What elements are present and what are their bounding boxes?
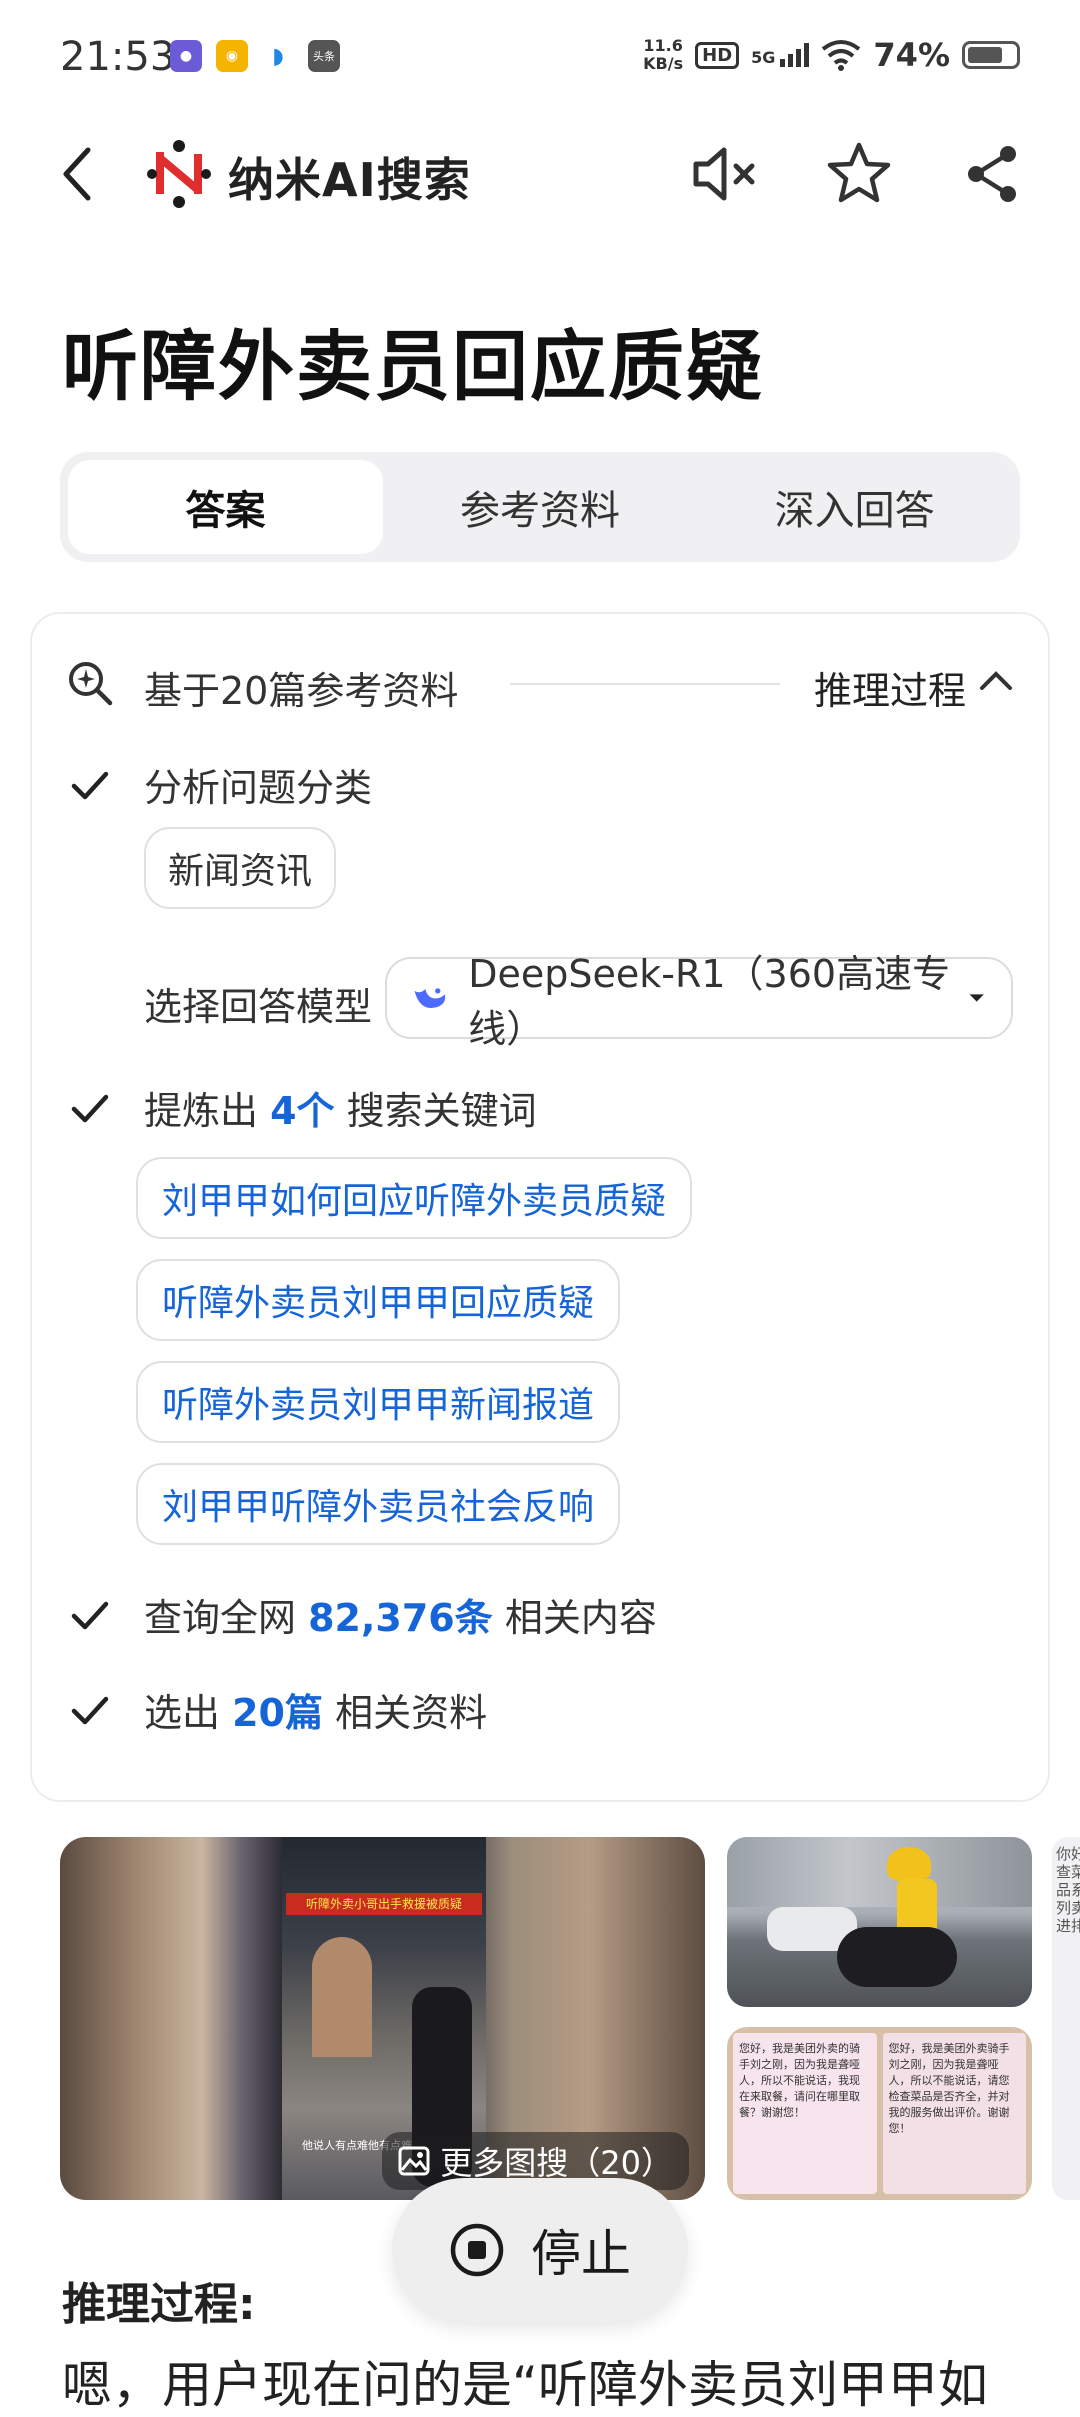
toutiao-icon: 头条 <box>308 40 340 72</box>
reasoning-text: 嗯，用户现在问的是“听障外卖员刘甲甲如 <box>62 2356 988 2414</box>
weibo-icon: ◉ <box>216 40 248 72</box>
category-chip: 新闻资讯 <box>144 827 337 909</box>
model-select[interactable]: DeepSeek-R1（360高速专线） <box>385 952 1013 1051</box>
image-icon <box>398 2146 430 2176</box>
thumbnail-banner: 听障外卖小哥出手救援被质疑 <box>286 1893 482 1915</box>
network-speed: 11.6 KB/s <box>643 36 684 73</box>
status-bar: 21:53 ● ◉ ◗ 头条 11.6 KB/s HD 5G 74% <box>0 0 1080 120</box>
keyword-chip[interactable]: 听障外卖员刘甲甲新闻报道 <box>136 1361 621 1443</box>
back-icon[interactable] <box>58 144 98 204</box>
note-card: 您好，我是美团外卖的骑手刘之刚，因为我是聋哑人，所以不能说话，我现在来取餐，请问… <box>733 2033 877 2194</box>
note-card: 您好，我是美团外卖骑手刘之刚，因为我是聋哑人，所以不能说话，请您检查菜品是否齐全… <box>882 2033 1026 2194</box>
tab-bar: 答案 参考资料 深入回答 <box>60 452 1020 562</box>
hd-badge: HD <box>695 41 740 69</box>
image-result-notes[interactable]: 您好，我是美团外卖的骑手刘之刚，因为我是聋哑人，所以不能说话，我现在来取餐，请问… <box>727 2027 1032 2200</box>
check-icon <box>71 1696 109 1725</box>
tab-answer[interactable]: 答案 <box>68 460 383 554</box>
deepseek-whale-icon <box>414 988 446 1008</box>
keyword-chip[interactable]: 听障外卖员刘甲甲回应质疑 <box>136 1259 621 1341</box>
header-divider <box>510 683 780 685</box>
status-indicators: 11.6 KB/s HD 5G 74% <box>643 36 1020 74</box>
step-query: 查询全网 82,376条 相关内容 <box>144 1596 657 1640</box>
model-value: DeepSeek-R1（360高速专线） <box>468 952 951 1051</box>
status-time: 21:53 <box>60 34 176 80</box>
status-app-icons: ● ◉ ◗ 头条 <box>170 40 340 72</box>
battery-icon <box>962 41 1020 69</box>
app-name: 纳米AI搜索 <box>228 153 471 207</box>
app-icon: ● <box>170 40 202 72</box>
chevron-up-icon[interactable] <box>978 668 1014 694</box>
battery-percent: 74% <box>873 36 950 74</box>
check-icon <box>71 1094 109 1123</box>
keyword-chip[interactable]: 刘甲甲如何回应听障外卖员质疑 <box>136 1157 693 1239</box>
step-select: 选出 20篇 相关资料 <box>144 1691 488 1735</box>
image-result-rider[interactable] <box>727 1837 1032 2007</box>
star-icon[interactable] <box>826 140 892 206</box>
check-icon <box>71 771 109 800</box>
check-icon <box>71 1601 109 1630</box>
app-icon: ◗ <box>262 40 294 72</box>
page-title: 听障外卖员回应质疑 <box>62 322 764 411</box>
model-label: 选择回答模型 <box>144 985 373 1029</box>
wifi-icon <box>822 40 861 71</box>
nano-ai-logo-icon <box>147 140 211 208</box>
stop-icon <box>450 2223 504 2277</box>
reasoning-toggle[interactable]: 推理过程 <box>814 660 966 715</box>
tab-deep-answer[interactable]: 深入回答 <box>697 460 1012 554</box>
image-result-partial[interactable]: 你好查菜品系列卖进排 <box>1052 1837 1080 2200</box>
stop-label: 停止 <box>531 2225 631 2283</box>
tab-references[interactable]: 参考资料 <box>383 460 698 554</box>
stop-button[interactable]: 停止 <box>392 2178 688 2322</box>
sparkle-search-icon <box>69 662 113 706</box>
step-classify-label: 分析问题分类 <box>144 766 373 810</box>
signal-icon: 5G <box>751 43 810 67</box>
mute-icon[interactable] <box>690 142 760 206</box>
image-result-main[interactable]: 听障外卖小哥出手救援被质疑 他说人有点难他有点难 更多图搜（20） <box>60 1837 705 2200</box>
step-keywords: 提炼出 4个 搜索关键词 <box>144 1089 537 1133</box>
reasoning-title: 推理过程: <box>62 2279 256 2330</box>
sources-label: 基于20篇参考资料 <box>144 669 459 713</box>
dropdown-caret-icon <box>969 994 984 1002</box>
app-header <box>0 120 1080 230</box>
share-icon[interactable] <box>964 144 1020 204</box>
keyword-chip[interactable]: 刘甲甲听障外卖员社会反响 <box>136 1463 621 1545</box>
